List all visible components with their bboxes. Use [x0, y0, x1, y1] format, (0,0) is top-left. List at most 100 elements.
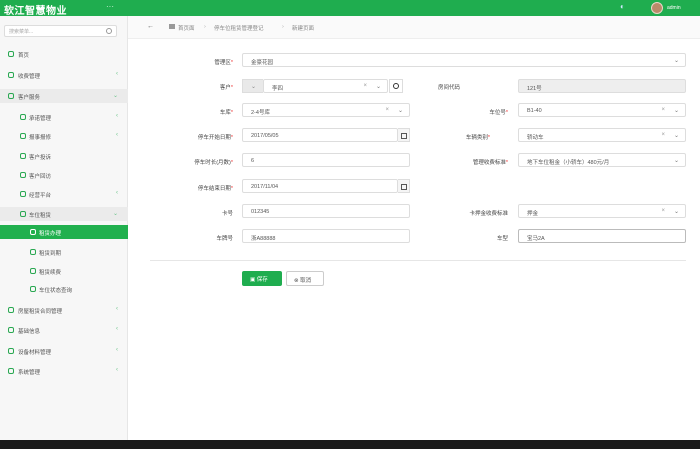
chevron-down-icon: ⌄ [112, 211, 118, 217]
clear-icon[interactable]: × [661, 208, 665, 214]
headset-icon [20, 114, 26, 120]
card-no-input[interactable]: 012345 [242, 204, 410, 218]
folder-icon [8, 72, 14, 78]
sidebar-item-label: 租赁办理 [39, 231, 62, 237]
chevron-left-icon: ‹ [116, 190, 118, 196]
area-value: 金豪花园 [251, 60, 274, 66]
model-label: 车型 [496, 236, 508, 242]
sidebar-item-label: 车位状态查询 [39, 288, 73, 294]
sidebar-item-label: 基础信息 [18, 329, 41, 335]
headset-icon [20, 133, 26, 139]
end-date-input[interactable]: 2017/11/04 [242, 179, 398, 193]
card-fee-standard-select[interactable]: 押金 × ⌄ [518, 204, 686, 218]
brand-title: 软江智慧物业 [4, 6, 67, 17]
breadcrumb: ← 首页面 › 停车位租赁管理登记 › 新建页面 [128, 16, 700, 39]
car-type-label: 车辆类别* [465, 135, 490, 141]
home-icon [169, 24, 175, 29]
end-date-picker-button[interactable] [398, 179, 410, 193]
top-bar: 软江智慧物业 ··· ◐ admin [0, 0, 700, 17]
sidebar-item-parking-lease[interactable]: 车位租赁 ⌄ [0, 207, 128, 221]
chevron-left-icon: ‹ [116, 71, 118, 77]
sidebar-search-input[interactable]: 搜索菜单... [4, 25, 117, 37]
start-date-value: 2017/05/05 [251, 133, 279, 139]
sidebar-item-follow-up[interactable]: 客户回访 [0, 168, 128, 182]
months-value: 6 [251, 158, 255, 164]
sidebar-item-equipment[interactable]: 设备材料管理 ‹ [0, 344, 128, 358]
breadcrumb-item[interactable]: 首页面 [178, 24, 195, 32]
sidebar-item-lease-processing[interactable]: 租赁办理 [0, 225, 128, 239]
area-label: 管理区* [214, 60, 233, 66]
clear-icon[interactable]: × [661, 132, 665, 138]
notification-icon[interactable]: ◐ [620, 2, 625, 11]
space-select[interactable]: B1-40 × ⌄ [518, 103, 686, 117]
sidebar-item-label: 客户投诉 [29, 155, 52, 161]
save-button[interactable]: ▣ 保存 [242, 271, 282, 286]
room-field: 121号 [518, 79, 686, 93]
headset-icon [8, 307, 14, 313]
sidebar-item-space-status[interactable]: 车位状态查询 [0, 282, 128, 296]
chevron-left-icon: ‹ [116, 347, 118, 353]
sidebar-item-system[interactable]: 系统管理 ‹ [0, 364, 128, 378]
customer-value: 李四 [272, 86, 284, 92]
months-input[interactable]: 6 [242, 153, 410, 167]
menu-toggle-icon[interactable]: ··· [106, 2, 114, 11]
sidebar-item-label: 经营平台 [29, 193, 52, 199]
sidebar-item-label: 承诺管理 [29, 116, 52, 122]
breadcrumb-separator: › [282, 24, 284, 30]
model-input[interactable]: 宝马2A [518, 229, 686, 243]
plate-input[interactable]: 浙A88888 [242, 229, 410, 243]
chevron-left-icon: ‹ [116, 132, 118, 138]
sidebar-item-repair[interactable]: 报事报修 ‹ [0, 129, 128, 143]
card-fee-standard-label: 卡押金收费标准 [469, 211, 508, 217]
avatar[interactable] [651, 2, 663, 14]
sidebar-item-customer-service[interactable]: 客户服务 ⌄ [0, 89, 128, 103]
sidebar-item-label: 收费管理 [18, 74, 41, 80]
end-date-value: 2017/11/04 [251, 184, 279, 190]
cancel-button[interactable]: ⊗ 取消 [286, 271, 324, 286]
form-divider [150, 260, 686, 261]
sidebar-item-label: 租赁到期 [39, 251, 62, 257]
car-type-select[interactable]: 轿动车 × ⌄ [518, 128, 686, 142]
clear-icon[interactable]: × [661, 107, 665, 113]
sidebar-item-lease-expiry[interactable]: 租赁到期 [0, 245, 128, 259]
headset-icon [30, 249, 36, 255]
sidebar-item-basic-info[interactable]: 基础信息 ‹ [0, 323, 128, 337]
headset-icon [30, 229, 36, 235]
breadcrumb-item[interactable]: 停车位租赁管理登记 [214, 24, 264, 32]
fee-standard-value: 地下车位租金（小轿车）480元/月 [527, 160, 610, 166]
sidebar-item-commitment[interactable]: 承诺管理 ‹ [0, 110, 128, 124]
fee-standard-select[interactable]: 地下车位租金（小轿车）480元/月 ⌄ [518, 153, 686, 167]
sidebar-item-label: 系统管理 [18, 370, 41, 376]
room-value: 121号 [527, 86, 542, 92]
back-arrow-icon[interactable]: ← [147, 23, 154, 30]
chevron-down-icon: ⌄ [112, 93, 118, 99]
headset-icon [8, 348, 14, 354]
headset-icon [30, 268, 36, 274]
sidebar-item-complaints[interactable]: 客户投诉 [0, 149, 128, 163]
headset-icon [30, 286, 36, 292]
search-icon[interactable] [106, 28, 112, 34]
sidebar-item-label: 房屋租赁合同管理 [18, 309, 63, 315]
sidebar-item-label: 车位租赁 [29, 213, 52, 219]
sidebar-item-home[interactable]: 首页 [0, 47, 128, 61]
chevron-down-icon: ⌄ [673, 158, 679, 164]
garage-select[interactable]: 2-4号库 × ⌄ [242, 103, 410, 117]
clear-icon[interactable]: × [363, 83, 367, 89]
card-no-value: 012345 [251, 209, 270, 215]
sidebar-item-house-contracts[interactable]: 房屋租赁合同管理 ‹ [0, 303, 128, 317]
calendar-icon [401, 184, 407, 190]
start-date-input[interactable]: 2017/05/05 [242, 128, 398, 142]
sidebar-item-lease-renewal[interactable]: 租赁续费 [0, 264, 128, 278]
breadcrumb-separator: › [204, 24, 206, 30]
sidebar-item-billing[interactable]: 收费管理 ‹ [0, 68, 128, 82]
sidebar-item-business-platform[interactable]: 经营平台 ‹ [0, 187, 128, 201]
area-select[interactable]: 金豪花园 ⌄ [242, 53, 686, 67]
customer-type-select[interactable]: ⌄ [242, 79, 263, 93]
garage-value: 2-4号库 [251, 110, 270, 116]
clear-icon[interactable]: × [385, 107, 389, 113]
username[interactable]: admin [667, 5, 681, 11]
sidebar-item-label: 客户服务 [18, 95, 41, 101]
chevron-down-icon: ⌄ [673, 209, 679, 215]
months-label: 停车时长(月数)* [194, 160, 233, 166]
headset-icon [20, 211, 26, 217]
